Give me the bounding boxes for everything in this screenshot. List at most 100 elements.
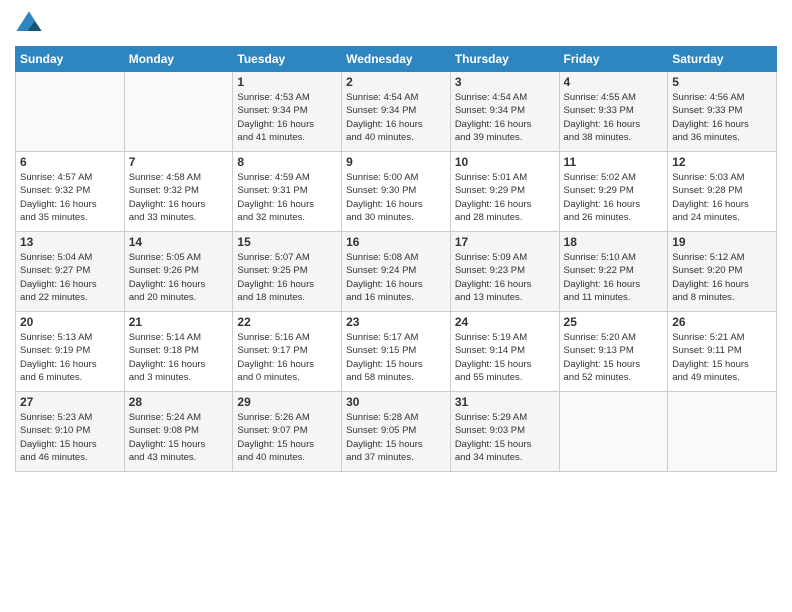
calendar-cell: 24Sunrise: 5:19 AM Sunset: 9:14 PM Dayli… [450,312,559,392]
day-info: Sunrise: 4:58 AM Sunset: 9:32 PM Dayligh… [129,171,229,224]
day-info: Sunrise: 5:29 AM Sunset: 9:03 PM Dayligh… [455,411,555,464]
week-row-2: 6 Sunrise: 4:57 AM Sunset: 9:32 PM Daylig… [16,152,777,232]
calendar-cell: 12 Sunrise: 5:03 AM Sunset: 9:28 PM Dayli… [668,152,777,232]
calendar-cell: 18Sunrise: 5:10 AM Sunset: 9:22 PM Dayli… [559,232,668,312]
weekday-header-sunday: Sunday [16,47,125,72]
day-number: 7 [129,155,229,169]
calendar-cell: 19 Sunrise: 5:12 AM Sunset: 9:20 PM Dayli… [668,232,777,312]
week-row-4: 20Sunrise: 5:13 AM Sunset: 9:19 PM Dayli… [16,312,777,392]
day-info: Sunrise: 5:12 AM Sunset: 9:20 PM Dayligh… [672,251,772,304]
weekday-header-tuesday: Tuesday [233,47,342,72]
day-info: Sunrise: 4:54 AM Sunset: 9:34 PM Dayligh… [455,91,555,144]
day-number: 23 [346,315,446,329]
day-info: Sunrise: 5:28 AM Sunset: 9:05 PM Dayligh… [346,411,446,464]
day-info: Sunrise: 5:08 AM Sunset: 9:24 PM Dayligh… [346,251,446,304]
day-info: Sunrise: 4:59 AM Sunset: 9:31 PM Dayligh… [237,171,337,224]
day-info: Sunrise: 4:55 AM Sunset: 9:33 PM Dayligh… [564,91,664,144]
day-info: Sunrise: 5:24 AM Sunset: 9:08 PM Dayligh… [129,411,229,464]
day-number: 29 [237,395,337,409]
day-number: 2 [346,75,446,89]
calendar-cell: 11 Sunrise: 5:02 AM Sunset: 9:29 PM Dayli… [559,152,668,232]
calendar-cell: 16 Sunrise: 5:08 AM Sunset: 9:24 PM Dayli… [342,232,451,312]
day-number: 10 [455,155,555,169]
calendar-cell: 23 Sunrise: 5:17 AM Sunset: 9:15 PM Dayli… [342,312,451,392]
day-number: 3 [455,75,555,89]
day-info: Sunrise: 5:17 AM Sunset: 9:15 PM Dayligh… [346,331,446,384]
calendar-cell [668,392,777,472]
day-info: Sunrise: 5:26 AM Sunset: 9:07 PM Dayligh… [237,411,337,464]
day-info: Sunrise: 5:13 AM Sunset: 9:19 PM Dayligh… [20,331,120,384]
weekday-header-thursday: Thursday [450,47,559,72]
day-info: Sunrise: 4:53 AM Sunset: 9:34 PM Dayligh… [237,91,337,144]
day-info: Sunrise: 5:05 AM Sunset: 9:26 PM Dayligh… [129,251,229,304]
calendar-cell: 8 Sunrise: 4:59 AM Sunset: 9:31 PM Daylig… [233,152,342,232]
weekday-header-wednesday: Wednesday [342,47,451,72]
day-info: Sunrise: 5:02 AM Sunset: 9:29 PM Dayligh… [564,171,664,224]
day-number: 12 [672,155,772,169]
day-info: Sunrise: 5:16 AM Sunset: 9:17 PM Dayligh… [237,331,337,384]
day-info: Sunrise: 5:03 AM Sunset: 9:28 PM Dayligh… [672,171,772,224]
day-info: Sunrise: 5:23 AM Sunset: 9:10 PM Dayligh… [20,411,120,464]
day-number: 14 [129,235,229,249]
calendar-cell: 3 Sunrise: 4:54 AM Sunset: 9:34 PM Daylig… [450,72,559,152]
day-number: 13 [20,235,120,249]
calendar-cell: 31 Sunrise: 5:29 AM Sunset: 9:03 PM Dayli… [450,392,559,472]
day-number: 19 [672,235,772,249]
calendar-cell [559,392,668,472]
calendar-cell: 15Sunrise: 5:07 AM Sunset: 9:25 PM Dayli… [233,232,342,312]
day-info: Sunrise: 4:54 AM Sunset: 9:34 PM Dayligh… [346,91,446,144]
calendar-cell: 2 Sunrise: 4:54 AM Sunset: 9:34 PM Daylig… [342,72,451,152]
weekday-header-friday: Friday [559,47,668,72]
weekday-header-row: SundayMondayTuesdayWednesdayThursdayFrid… [16,47,777,72]
day-number: 6 [20,155,120,169]
calendar-cell: 5 Sunrise: 4:56 AM Sunset: 9:33 PM Daylig… [668,72,777,152]
day-number: 24 [455,315,555,329]
day-info: Sunrise: 5:04 AM Sunset: 9:27 PM Dayligh… [20,251,120,304]
day-number: 17 [455,235,555,249]
day-number: 11 [564,155,664,169]
weekday-header-saturday: Saturday [668,47,777,72]
calendar-cell: 17 Sunrise: 5:09 AM Sunset: 9:23 PM Dayli… [450,232,559,312]
day-number: 5 [672,75,772,89]
calendar-cell: 13 Sunrise: 5:04 AM Sunset: 9:27 PM Dayli… [16,232,125,312]
day-info: Sunrise: 5:00 AM Sunset: 9:30 PM Dayligh… [346,171,446,224]
day-number: 1 [237,75,337,89]
header [15,10,777,38]
day-number: 8 [237,155,337,169]
day-number: 18 [564,235,664,249]
calendar-cell: 28 Sunrise: 5:24 AM Sunset: 9:08 PM Dayli… [124,392,233,472]
day-number: 31 [455,395,555,409]
day-info: Sunrise: 5:14 AM Sunset: 9:18 PM Dayligh… [129,331,229,384]
calendar-cell: 6 Sunrise: 4:57 AM Sunset: 9:32 PM Daylig… [16,152,125,232]
day-number: 28 [129,395,229,409]
calendar-cell: 22Sunrise: 5:16 AM Sunset: 9:17 PM Dayli… [233,312,342,392]
day-number: 15 [237,235,337,249]
calendar-cell: 25 Sunrise: 5:20 AM Sunset: 9:13 PM Dayli… [559,312,668,392]
week-row-3: 13 Sunrise: 5:04 AM Sunset: 9:27 PM Dayli… [16,232,777,312]
day-number: 27 [20,395,120,409]
weekday-header-monday: Monday [124,47,233,72]
day-info: Sunrise: 5:20 AM Sunset: 9:13 PM Dayligh… [564,331,664,384]
calendar-cell: 27 Sunrise: 5:23 AM Sunset: 9:10 PM Dayli… [16,392,125,472]
calendar-cell: 14 Sunrise: 5:05 AM Sunset: 9:26 PM Dayli… [124,232,233,312]
calendar-cell: 7 Sunrise: 4:58 AM Sunset: 9:32 PM Daylig… [124,152,233,232]
calendar-cell: 20Sunrise: 5:13 AM Sunset: 9:19 PM Dayli… [16,312,125,392]
calendar-cell: 29 Sunrise: 5:26 AM Sunset: 9:07 PM Dayli… [233,392,342,472]
calendar-cell: 1 Sunrise: 4:53 AM Sunset: 9:34 PM Daylig… [233,72,342,152]
calendar-cell: 4Sunrise: 4:55 AM Sunset: 9:33 PM Daylig… [559,72,668,152]
day-number: 9 [346,155,446,169]
day-number: 16 [346,235,446,249]
calendar-cell: 30 Sunrise: 5:28 AM Sunset: 9:05 PM Dayli… [342,392,451,472]
day-info: Sunrise: 5:21 AM Sunset: 9:11 PM Dayligh… [672,331,772,384]
day-info: Sunrise: 4:57 AM Sunset: 9:32 PM Dayligh… [20,171,120,224]
calendar-cell: 9 Sunrise: 5:00 AM Sunset: 9:30 PM Daylig… [342,152,451,232]
day-info: Sunrise: 5:09 AM Sunset: 9:23 PM Dayligh… [455,251,555,304]
calendar-cell [16,72,125,152]
calendar-table: SundayMondayTuesdayWednesdayThursdayFrid… [15,46,777,472]
day-number: 25 [564,315,664,329]
logo [15,10,47,38]
logo-icon [15,10,43,38]
day-info: Sunrise: 4:56 AM Sunset: 9:33 PM Dayligh… [672,91,772,144]
calendar-cell: 10Sunrise: 5:01 AM Sunset: 9:29 PM Dayli… [450,152,559,232]
day-number: 30 [346,395,446,409]
